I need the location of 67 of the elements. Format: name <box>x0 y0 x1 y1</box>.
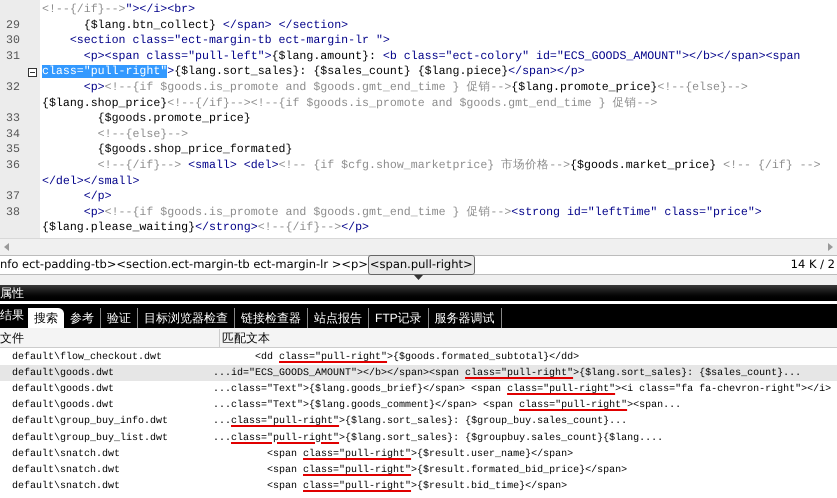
match-cell-text: ...class="pull-right">{$lang.sort_sales}: {$group_buy.sales_count}... <box>213 414 628 430</box>
match-cell-text: <span class="pull-right">{$result.user_name}</span> <box>266 448 574 462</box>
file-cell-text: default\flow_checkout.dwt <box>11 350 164 365</box>
file-cell-text: default\goods.dwt <box>11 398 116 414</box>
code-line: <p><!--{if $goods.is_promote and $goods.gmt_end_time } 促销-->{$lang.promote_price}<!--{else}--> <box>82 80 748 96</box>
collapse-arrow-icon[interactable] <box>414 275 423 280</box>
file-cell-text: default\snatch.dwt <box>11 464 122 478</box>
match-cell-text: ...class="pull-right">{$lang.sort_sales}: {$groupbuy.sales_count}{$lang.... <box>213 432 664 446</box>
code-line: {$goods.promote_price} <box>96 111 251 128</box>
tag-selector-item[interactable]: nfo ect-padding-tb> <box>0 256 116 274</box>
collapse-icon[interactable] <box>28 68 37 77</box>
horizontal-scrollbar[interactable] <box>0 238 837 255</box>
file-cell-text: default\snatch.dwt <box>11 448 122 462</box>
result-row[interactable]: default\group_buy_info.dwt ...class="pull-right">{$lang.sort_sales}: {$group_buy.sales_count}... <box>0 414 837 430</box>
code-line: </del></small> <box>42 174 140 190</box>
file-cell-text: default\group_buy_info.dwt <box>11 414 170 430</box>
column-header[interactable]: 文件 <box>0 328 220 346</box>
panel-title[interactable]: 属性 <box>0 287 24 299</box>
line-number: 34 <box>5 126 21 143</box>
code-line: {$lang.please_waiting}</strong><!--{/if}--></p> <box>42 220 370 236</box>
line-number: 33 <box>5 111 21 128</box>
match-cell-text: ...id="ECS_GOODS_AMOUNT"></b></span><span class="pull-right">{$lang.sort_sales}: {$sales_count}... <box>213 366 802 381</box>
code-line: </p> <box>82 189 112 206</box>
result-row[interactable]: default\group_buy_list.dwt ...class="pull-right">{$lang.sort_sales}: {$groupbuy.sales_count}{$lang.... <box>0 430 837 446</box>
code-line: <!--{/if}-->"></i><br> <box>42 2 196 18</box>
match-cell-text: ...class="Text">{$lang.goods_comment}</span> <span class="pull-right"><span... <box>213 398 682 414</box>
tag-selector-item[interactable]: <span.pull-right> <box>368 255 475 275</box>
result-row[interactable]: default\snatch.dwt <span class="pull-right">{$result.user_name}</span> <box>0 446 837 462</box>
scroll-right-icon[interactable] <box>828 243 833 251</box>
scroll-left-icon[interactable] <box>4 243 9 251</box>
result-row[interactable]: default\flow_checkout.dwt <dd class="pull-right">{$goods.formated_subtotal}</dd> <box>0 349 837 366</box>
line-number: 37 <box>5 189 21 206</box>
tag-selector-item[interactable]: <section.ect-margin-tb ect-margin-lr > <box>116 256 342 274</box>
file-cell-text: default\goods.dwt <box>11 366 116 381</box>
match-cell-text: ...class="Text">{$lang.goods_brief}</span> <span class="pull-right"><i class="fa fa-chevron-right"></i> <box>213 382 832 397</box>
tab[interactable]: 搜索 <box>28 308 64 328</box>
line-number: 35 <box>5 142 21 158</box>
panel-title[interactable]: 结果 <box>0 306 24 324</box>
result-row[interactable]: default\snatch.dwt <span class="pull-right">{$result.formated_bid_price}</span> <box>0 462 837 478</box>
match-cell-text: <span class="pull-right">{$result.formated_bid_price}</span> <box>266 464 628 478</box>
file-cell-text: default\group_buy_list.dwt <box>11 432 170 446</box>
file-cell-text: default\goods.dwt <box>11 382 116 397</box>
result-row[interactable]: default\goods.dwt ...class="Text">{$lang.goods_brief}</span> <span class="pull-right"><i class="fa fa-chevron-right"></i> <box>0 381 837 398</box>
code-line: <p><span class="pull-left">{$lang.amount}: <b class="ect-colory" id="ECS_GOODS_AMOUNT"></b></span><span <box>82 48 800 65</box>
match-cell-text: <span class="pull-right">{$result.bid_time}</span> <box>266 480 568 494</box>
code-line: class="pull-right">{$lang.sort_sales}: {$sales_count} {$lang.piece}</span></p> <box>42 64 585 80</box>
code-line: {$lang.btn_collect} </span> </section> <box>82 18 348 34</box>
match-cell-text: <dd class="pull-right">{$goods.formated_subtotal}</dd> <box>254 350 580 365</box>
tag-selector-item[interactable]: <p> <box>341 256 368 274</box>
line-number: 32 <box>5 80 21 96</box>
code-line: <p><!--{if $goods.is_promote and $goods.gmt_end_time } 促销--><strong id="leftTime" class="price"> <box>82 204 762 221</box>
result-row[interactable]: default\snatch.dwt <span class="pull-right">{$result.bid_time}</span> <box>0 478 837 495</box>
code-line: <section class="ect-margin-tb ect-margin-lr "> <box>68 33 390 50</box>
result-row[interactable]: default\goods.dwt ...class="Text">{$lang.goods_comment}</span> <span class="pull-right"><span... <box>0 398 837 414</box>
code-line: {$goods.shop_price_formated} <box>96 142 292 158</box>
line-number: 31 <box>5 48 21 65</box>
file-cell-text: default\snatch.dwt <box>11 480 122 494</box>
file-size-text: 14 K / 2 <box>790 256 836 274</box>
line-number: 30 <box>5 33 21 50</box>
line-number: 29 <box>5 18 21 34</box>
result-row[interactable]: default\goods.dwt ...id="ECS_GOODS_AMOUNT"></b></span><span class="pull-right">{$lang.sort_sales}: {$sales_count}... <box>0 365 837 382</box>
line-number: 38 <box>5 204 21 221</box>
code-line: <!--{/if}--> <small> <del><!-- {if $cfg.show_marketprice} 市场价格-->{$goods.market_price} <!-- {/if} --> <box>96 157 821 174</box>
line-number: 36 <box>5 158 21 174</box>
code-line: {$lang.shop_price}<!--{/if}--><!--{if $goods.is_promote and $goods.gmt_end_time } 促销--> <box>42 96 658 112</box>
code-line: <!--{else}--> <box>96 126 188 143</box>
column-header[interactable]: 匹配文本 <box>220 328 270 346</box>
